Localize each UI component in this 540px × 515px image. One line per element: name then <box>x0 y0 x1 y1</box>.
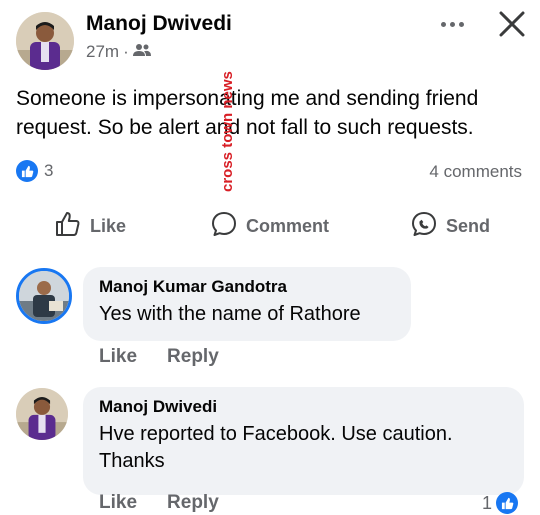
comment-reaction-count: 1 <box>482 492 493 513</box>
comment-button[interactable]: Comment <box>210 210 329 243</box>
post-meta: 27m · <box>86 42 151 62</box>
comment-label: Comment <box>246 216 330 236</box>
reaction-count: 3 <box>44 161 54 180</box>
like-label: Like <box>90 216 127 236</box>
more-options-button[interactable] <box>434 12 470 36</box>
more-dot <box>449 21 455 27</box>
reaction-summary[interactable]: 3 <box>16 160 53 182</box>
post-time[interactable]: 27m <box>86 42 119 62</box>
messenger-send-icon <box>410 210 438 243</box>
comment-like-button[interactable]: Like <box>99 492 137 514</box>
like-reaction-icon <box>496 492 519 514</box>
meta-separator: · <box>123 42 129 61</box>
comment-reply-button[interactable]: Reply <box>167 346 219 368</box>
comment-bubble: Manoj Kumar Gandotra Yes with the name o… <box>83 267 411 341</box>
more-dot <box>458 21 464 27</box>
comment-text: Yes with the name of Rathore <box>99 303 361 325</box>
watermark-text: cross town news <box>219 71 236 192</box>
send-button[interactable]: Send <box>410 210 490 243</box>
comment-text: Hve reported to Facebook. Use caution. T… <box>99 423 453 472</box>
comment-bubble: Manoj Dwivedi Hve reported to Facebook. … <box>83 387 524 495</box>
comment-author-name[interactable]: Manoj Dwivedi <box>99 397 510 417</box>
comment-author-avatar[interactable] <box>16 388 68 440</box>
comment-reaction-summary[interactable]: 1 <box>482 492 519 514</box>
like-reaction-icon <box>16 160 38 182</box>
friends-icon <box>132 42 151 62</box>
comment-actions: Like Reply <box>99 346 219 368</box>
post-author-avatar[interactable] <box>16 12 74 70</box>
comment-author-name[interactable]: Manoj Kumar Gandotra <box>99 277 397 297</box>
thumbs-up-icon <box>54 210 82 243</box>
comment-like-button[interactable]: Like <box>99 346 137 368</box>
send-label: Send <box>446 216 491 236</box>
more-dot <box>440 21 446 27</box>
comment-reply-button[interactable]: Reply <box>167 492 219 514</box>
comment-author-avatar[interactable] <box>16 268 72 324</box>
comment-actions: Like Reply <box>99 492 219 514</box>
comment-icon <box>210 210 238 243</box>
like-button[interactable]: Like <box>54 210 126 243</box>
post-author-name[interactable]: Manoj Dwivedi <box>86 12 232 36</box>
close-icon[interactable] <box>496 8 528 40</box>
comments-count[interactable]: 4 comments <box>429 162 522 182</box>
post-text: Someone is impersonating me and sending … <box>16 87 479 139</box>
